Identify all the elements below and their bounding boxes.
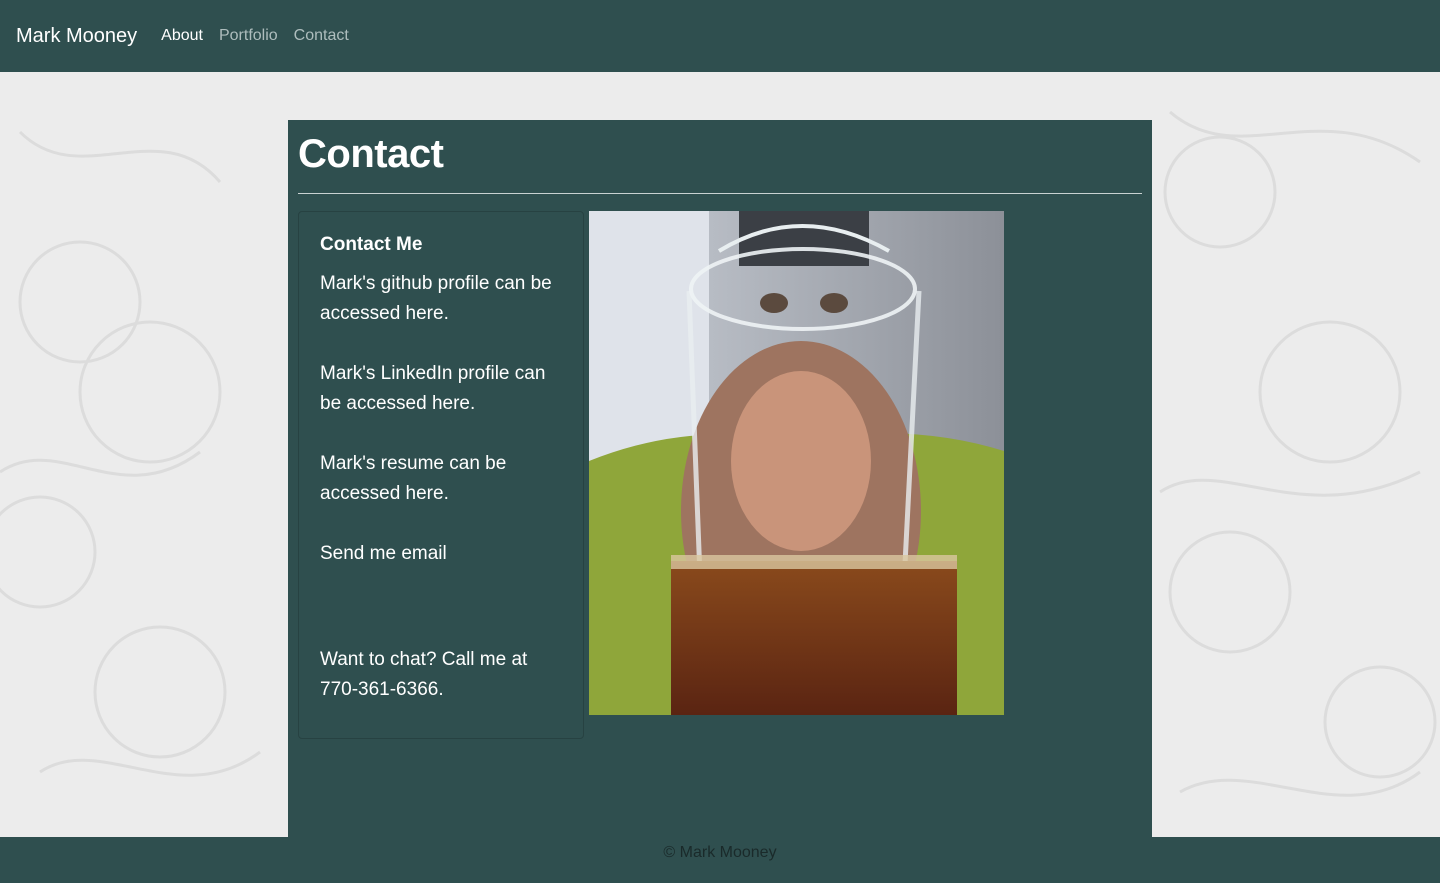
nav-link-contact[interactable]: Contact	[294, 27, 349, 45]
page-title: Contact	[298, 132, 444, 176]
top-navbar: Mark Mooney About Portfolio Contact	[0, 0, 1440, 72]
footer-copyright: © Mark Mooney	[663, 844, 777, 861]
contact-card: Contact Me Mark's github profile can be …	[298, 211, 584, 739]
email-link[interactable]: Send me email	[320, 539, 570, 569]
github-link-text[interactable]: Mark's github profile can be accessed he…	[320, 269, 570, 329]
resume-link-text[interactable]: Mark's resume can be accessed here.	[320, 449, 570, 509]
brand-name[interactable]: Mark Mooney	[16, 25, 137, 48]
contact-panel: Contact Contact Me Mark's github profile…	[288, 120, 1152, 837]
profile-photo	[589, 211, 1004, 715]
nav-link-portfolio[interactable]: Portfolio	[219, 27, 278, 45]
title-divider	[298, 193, 1142, 194]
linkedin-link-text[interactable]: Mark's LinkedIn profile can be accessed …	[320, 359, 570, 419]
nav-link-about[interactable]: About	[161, 27, 203, 45]
phone-text: Want to chat? Call me at 770-361-6366.	[320, 649, 528, 700]
page-footer: © Mark Mooney	[0, 837, 1440, 883]
contact-card-title: Contact Me	[320, 234, 423, 255]
